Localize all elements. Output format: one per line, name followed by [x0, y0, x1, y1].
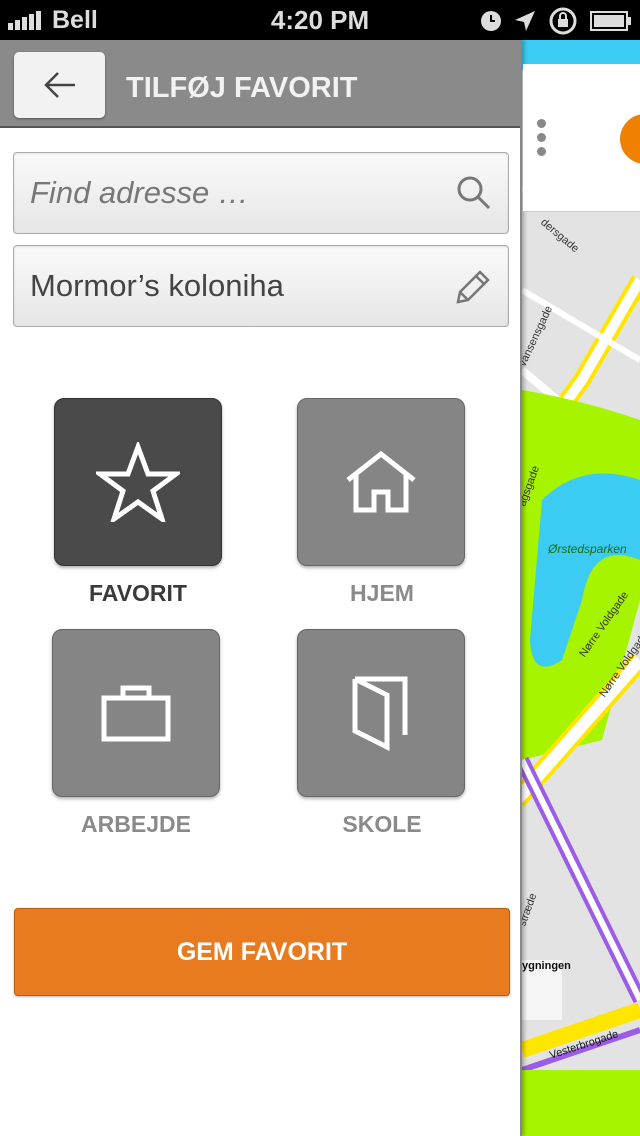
alarm-icon — [481, 11, 501, 31]
address-search-field[interactable] — [13, 152, 509, 234]
back-button[interactable] — [14, 52, 105, 118]
book-icon — [352, 676, 408, 751]
category-favorit[interactable] — [54, 398, 222, 566]
category-label: HJEM — [350, 580, 414, 606]
app-logo[interactable] — [523, 64, 640, 212]
logo-icon — [557, 86, 640, 192]
map-label: ygningen — [522, 960, 571, 972]
status-bar: Bell 4:20 PM — [0, 0, 640, 40]
header: TILFØJ FAVORIT — [0, 40, 520, 128]
briefcase-icon — [101, 685, 171, 742]
battery-icon — [590, 11, 631, 31]
search-icon[interactable] — [456, 175, 492, 211]
page-title: TILFØJ FAVORIT — [126, 72, 358, 104]
location-icon — [515, 11, 535, 31]
category-label: ARBEJDE — [81, 811, 191, 837]
favorite-name-field[interactable] — [13, 245, 509, 327]
save-favorite-button[interactable]: GEM FAVORIT — [14, 908, 510, 996]
map-label: Ørstedsparken — [548, 542, 627, 556]
rotation-lock-icon — [549, 7, 577, 35]
favorite-name-input[interactable] — [30, 246, 450, 326]
category-label: FAVORIT — [89, 580, 187, 606]
arrow-left-icon — [43, 72, 75, 98]
pencil-icon — [456, 270, 490, 304]
add-favorite-panel: TILFØJ FAVORIT FAVORIT HJEM ARBEJDE SKOL… — [0, 40, 522, 1136]
star-icon — [96, 442, 180, 522]
house-icon — [346, 450, 416, 513]
category-skole[interactable] — [297, 629, 465, 797]
category-arbejde[interactable] — [52, 629, 220, 797]
category-hjem[interactable] — [297, 398, 465, 566]
address-search-input[interactable] — [30, 153, 450, 233]
category-label: SKOLE — [342, 811, 422, 837]
